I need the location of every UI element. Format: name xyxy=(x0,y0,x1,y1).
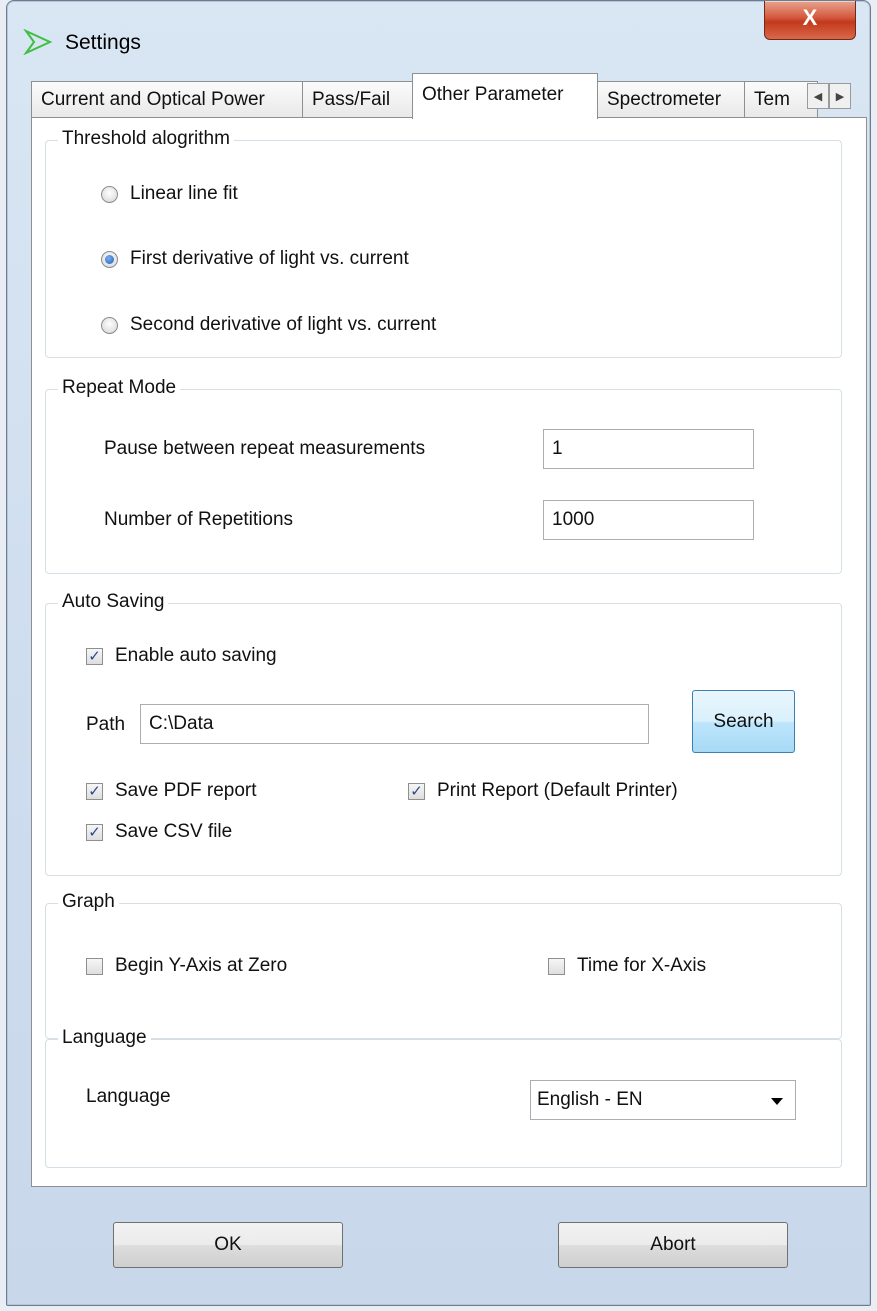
language-group-title: Language xyxy=(58,1027,151,1049)
tab-label: Pass/Fail xyxy=(312,89,391,110)
repetitions-input[interactable]: 1000 xyxy=(543,500,754,540)
graph-group-title: Graph xyxy=(58,891,119,913)
tab-label: Spectrometer xyxy=(607,89,722,110)
ok-button[interactable]: OK xyxy=(113,1222,343,1268)
tab-scroll-right-button[interactable]: ▶ xyxy=(829,83,851,109)
title-bar[interactable]: Settings X xyxy=(7,1,870,73)
graph-group: Graph Begin Y-Axis at Zero Time for X-Ax… xyxy=(45,891,842,1039)
radio-label-first-derivative: First derivative of light vs. current xyxy=(130,248,409,269)
tab-label: Other Parameter xyxy=(422,84,564,105)
tab-strip: Current and Optical Power Pass/Fail Othe… xyxy=(31,73,851,119)
tab-scroll-left-button[interactable]: ◀ xyxy=(807,83,829,109)
language-select[interactable]: English - EN xyxy=(530,1080,796,1120)
radio-label-linear: Linear line fit xyxy=(130,183,238,204)
time-x-axis-label: Time for X-Axis xyxy=(577,955,707,976)
chevron-left-icon: ◀ xyxy=(813,91,823,103)
path-input[interactable]: C:\Data xyxy=(140,704,649,744)
print-report-label: Print Report (Default Printer) xyxy=(437,780,678,801)
search-button[interactable]: Search xyxy=(692,690,795,753)
tab-pass-fail[interactable]: Pass/Fail xyxy=(302,81,413,117)
path-label: Path xyxy=(86,714,126,735)
language-selected-value: English - EN xyxy=(537,1089,643,1110)
settings-window: Settings X Current and Optical Power Pas… xyxy=(6,0,871,1306)
repeat-mode-group: Repeat Mode Pause between repeat measure… xyxy=(45,377,842,574)
enable-auto-saving-checkbox[interactable]: ✓ xyxy=(86,648,103,665)
tab-other-parameter[interactable]: Other Parameter xyxy=(412,73,598,119)
repetitions-label: Number of Repetitions xyxy=(104,509,294,530)
save-pdf-label: Save PDF report xyxy=(115,780,257,801)
tab-panel-other-parameter: Threshold alogrithm Linear line fit Firs… xyxy=(31,117,867,1187)
save-csv-label: Save CSV file xyxy=(115,821,233,842)
pause-input[interactable]: 1 xyxy=(543,429,754,469)
close-button[interactable]: X xyxy=(764,1,856,40)
time-x-axis-checkbox[interactable] xyxy=(548,958,565,975)
tab-spectrometer[interactable]: Spectrometer xyxy=(597,81,745,117)
chevron-right-icon: ▶ xyxy=(835,91,845,103)
tab-current-optical-power[interactable]: Current and Optical Power xyxy=(31,81,303,117)
language-label: Language xyxy=(86,1086,171,1107)
language-group: Language Language English - EN xyxy=(45,1027,842,1168)
repeat-mode-group-title: Repeat Mode xyxy=(58,377,181,399)
enable-auto-saving-label: Enable auto saving xyxy=(115,645,277,666)
auto-saving-group-title: Auto Saving xyxy=(58,591,169,613)
abort-button[interactable]: Abort xyxy=(558,1222,788,1268)
threshold-group: Threshold alogrithm Linear line fit Firs… xyxy=(45,128,842,358)
save-csv-checkbox[interactable]: ✓ xyxy=(86,824,103,841)
radio-label-second-derivative: Second derivative of light vs. current xyxy=(130,314,437,335)
radio-linear-line-fit[interactable] xyxy=(101,186,118,203)
tab-label: Tem xyxy=(754,89,790,110)
arrow-logo-icon xyxy=(23,29,53,55)
auto-saving-group: Auto Saving ✓ Enable auto saving Path C:… xyxy=(45,591,842,876)
radio-first-derivative[interactable] xyxy=(101,251,118,268)
save-pdf-checkbox[interactable]: ✓ xyxy=(86,783,103,800)
window-title: Settings xyxy=(65,31,141,54)
close-icon: X xyxy=(802,5,818,30)
begin-y-axis-zero-checkbox[interactable] xyxy=(86,958,103,975)
pause-label: Pause between repeat measurements xyxy=(104,438,426,459)
threshold-group-title: Threshold alogrithm xyxy=(58,128,234,150)
tab-label: Current and Optical Power xyxy=(41,89,265,110)
chevron-down-icon xyxy=(771,1098,783,1105)
print-report-checkbox[interactable]: ✓ xyxy=(408,783,425,800)
begin-y-axis-zero-label: Begin Y-Axis at Zero xyxy=(115,955,288,976)
radio-second-derivative[interactable] xyxy=(101,317,118,334)
